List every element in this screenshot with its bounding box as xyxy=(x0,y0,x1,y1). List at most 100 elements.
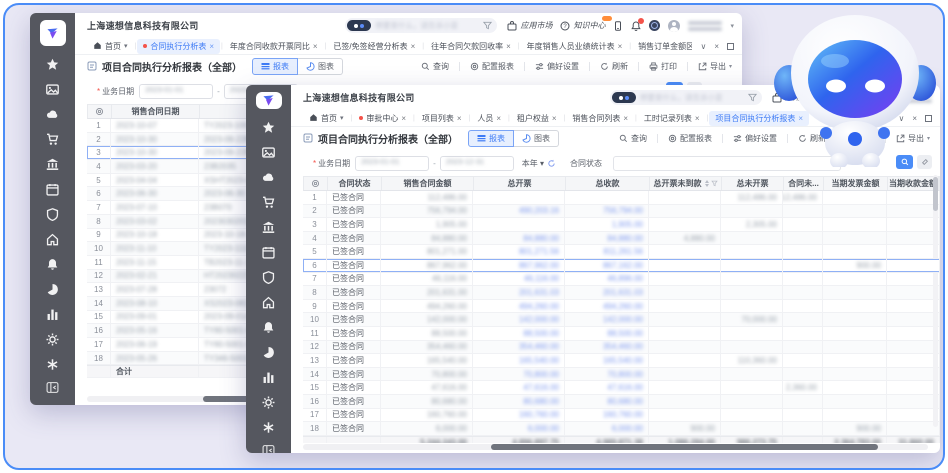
bell-icon[interactable] xyxy=(246,315,291,340)
clear-filter-button[interactable] xyxy=(917,155,932,169)
table-row[interactable]: 5 已签合同 801,271.00 801,271.56 811,261.56 xyxy=(303,245,940,259)
tab-已签/免签经营分析表[interactable]: 已签/免签经营分析表 × xyxy=(327,39,421,54)
close-tab-icon[interactable]: × xyxy=(506,42,511,51)
close-tab-icon[interactable]: × xyxy=(618,42,623,51)
image-icon[interactable] xyxy=(30,77,75,102)
calendar-icon[interactable] xyxy=(30,177,75,202)
avatar[interactable] xyxy=(878,91,890,104)
table-row[interactable]: 15 已签合同 47,616.00 47,616.00 47,616.00 2,360.0… xyxy=(303,381,940,395)
knowledge-center-link[interactable]: ? 知识中心 xyxy=(560,16,613,31)
tab-审批中心[interactable]: 审批中心 × xyxy=(353,111,412,126)
close-tab-icon[interactable]: × xyxy=(496,114,501,123)
close-tab-icon[interactable]: × xyxy=(313,42,318,51)
sliders-toolbar-button[interactable]: 偏好设置 xyxy=(733,133,777,144)
close-all-icon[interactable]: × xyxy=(714,42,719,51)
cloud-icon[interactable] xyxy=(246,165,291,190)
report-view-button[interactable]: 报表 xyxy=(468,130,514,147)
table-row[interactable]: 14 已签合同 70,800.00 70,800.00 70,800.00 xyxy=(303,367,940,382)
bar-chart-icon[interactable] xyxy=(246,365,291,390)
table-row[interactable]: 8 已签合同 201,631.00 201,631.03 201,631.03 xyxy=(303,286,940,300)
fullscreen-icon[interactable] xyxy=(727,42,734,50)
date-from-input[interactable]: 2023-01-01 xyxy=(355,155,430,171)
chevron-down-icon[interactable]: ▾ xyxy=(730,22,734,30)
table-row[interactable]: 4 已签合同 84,880.00 84,880.00 84,880.00 4,880.00 xyxy=(303,231,940,246)
knowledge-center-link[interactable]: ? 知识中心 xyxy=(825,88,877,103)
table-row[interactable]: 17 已签合同 160,760.00 160,760.00 160,760.00 xyxy=(303,408,940,423)
star-icon[interactable] xyxy=(30,52,75,77)
chart-view-button[interactable]: 图表 xyxy=(298,58,343,75)
bank-icon[interactable] xyxy=(30,152,75,177)
cart-icon[interactable] xyxy=(246,190,291,215)
export-toolbar-button[interactable]: 导出 ▾ xyxy=(698,61,732,72)
shield-icon[interactable] xyxy=(246,265,291,290)
pie-icon[interactable] xyxy=(30,277,75,302)
sidebar-collapse-icon[interactable] xyxy=(46,381,59,399)
table-row[interactable]: 13 已签合同 165,540.00 165,540.00 165,540.00 110,… xyxy=(303,354,940,368)
calendar-icon[interactable] xyxy=(246,240,291,265)
app-logo[interactable] xyxy=(39,20,66,46)
column-settings-gear-icon[interactable] xyxy=(304,177,328,190)
close-tab-icon[interactable]: × xyxy=(798,114,803,123)
tab-往年合同欠款回收率[interactable]: 往年合同欠款回收率 × xyxy=(425,39,517,54)
tab-人员[interactable]: 人员 × xyxy=(471,111,507,126)
table-row[interactable]: 6 已签合同 867,962.00 867,962.00 867,162.00 900.0… xyxy=(303,258,940,273)
vertical-scrollbar[interactable] xyxy=(933,175,938,427)
sort-filter-icons[interactable] xyxy=(704,180,718,187)
cloud-icon[interactable] xyxy=(30,102,75,127)
tab-项目合同执行分析报表[interactable]: 项目合同执行分析报表 × xyxy=(709,110,810,126)
tab-合同执行分析表[interactable]: 合同执行分析表 × xyxy=(137,38,221,54)
bell-icon[interactable] xyxy=(30,252,75,277)
search-filter-icon[interactable] xyxy=(747,89,758,107)
chevron-down-icon[interactable]: ▾ xyxy=(340,114,344,122)
star-icon[interactable] xyxy=(246,115,291,140)
printer-toolbar-button[interactable]: 打印 xyxy=(847,133,875,144)
cart-icon[interactable] xyxy=(30,127,75,152)
close-all-icon[interactable]: × xyxy=(912,114,917,123)
search-toolbar-button[interactable]: 查询 xyxy=(619,133,647,144)
tab-租户权益[interactable]: 租户权益 × xyxy=(511,111,563,126)
gear-icon[interactable] xyxy=(246,390,291,415)
collapse-tabs-icon[interactable]: ∨ xyxy=(700,42,706,51)
app-market-link[interactable]: 应用市场 xyxy=(772,92,817,103)
tools-icon[interactable] xyxy=(30,352,75,377)
contract-status-input[interactable] xyxy=(613,155,842,171)
browser-icon[interactable] xyxy=(649,20,661,31)
global-search-input[interactable]: 想要查什么，请告诉小壹 xyxy=(345,17,498,35)
avatar[interactable] xyxy=(668,19,681,32)
close-tab-icon[interactable]: × xyxy=(411,42,416,51)
close-tab-icon[interactable]: × xyxy=(401,114,406,123)
search-filter-icon[interactable] xyxy=(483,17,493,35)
horizontal-scrollbar[interactable] xyxy=(303,444,928,450)
notifications-bell-icon[interactable] xyxy=(631,17,645,31)
close-tab-icon[interactable]: × xyxy=(695,114,700,123)
close-tab-icon[interactable]: × xyxy=(209,42,214,51)
gear-toolbar-button[interactable]: 配置报表 xyxy=(470,61,514,72)
export-toolbar-button[interactable]: 导出 ▾ xyxy=(896,133,930,144)
mobile-icon[interactable] xyxy=(613,20,623,31)
refresh-icon[interactable] xyxy=(544,154,556,172)
refresh-toolbar-button[interactable]: 刷新 xyxy=(600,61,628,72)
home-icon[interactable] xyxy=(30,227,75,252)
gear-toolbar-button[interactable]: 配置报表 xyxy=(668,133,712,144)
sliders-toolbar-button[interactable]: 偏好设置 xyxy=(535,61,579,72)
refresh-toolbar-button[interactable]: 刷新 xyxy=(798,133,826,144)
table-row[interactable]: 9 已签合同 494,260.00 494,260.00 494,260.00 xyxy=(303,299,940,314)
table-row[interactable]: 11 已签合同 88,500.00 88,500.00 88,500.00 xyxy=(303,326,940,341)
period-select[interactable]: 本年 ▾ xyxy=(522,158,544,169)
close-tab-icon[interactable]: × xyxy=(457,114,462,123)
app-logo[interactable] xyxy=(255,92,282,109)
tab-销售合同列表[interactable]: 销售合同列表 × xyxy=(566,111,634,126)
table-row[interactable]: 10 已签合同 142,000.00 142,000.00 142,000.00 70,0… xyxy=(303,313,940,327)
table-row[interactable]: 2 已签合同 756,794.00 490,203.16 756,794.00 xyxy=(303,204,940,219)
chart-view-button[interactable]: 图表 xyxy=(514,130,559,147)
tab-项目列表[interactable]: 项目列表 × xyxy=(416,111,468,126)
date-to-input[interactable]: 2023-12-31 xyxy=(439,155,514,171)
tab-工时记录列表[interactable]: 工时记录列表 × xyxy=(638,111,706,126)
home-icon[interactable] xyxy=(246,290,291,315)
report-view-button[interactable]: 报表 xyxy=(252,58,298,75)
table-row[interactable]: 7 已签合同 46,116.00 46,116.00 46,896.00 xyxy=(303,272,940,287)
column-settings-gear-icon[interactable] xyxy=(88,105,112,118)
tab-home[interactable]: 首页 ▾ xyxy=(303,111,350,126)
app-market-link[interactable]: 应用市场 xyxy=(507,20,552,31)
image-icon[interactable] xyxy=(246,140,291,165)
